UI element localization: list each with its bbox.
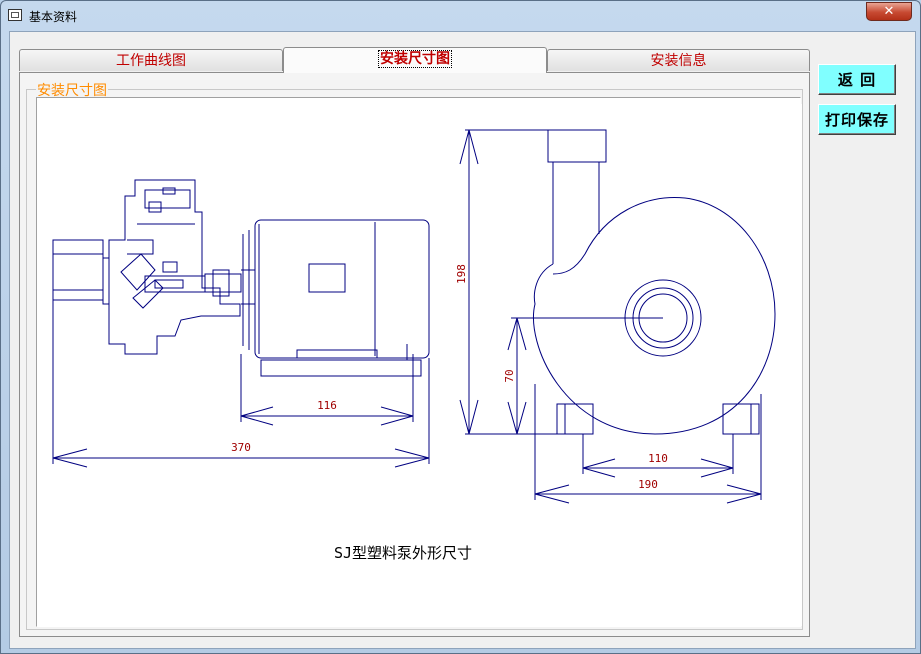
main-window: 基本资料 ✕ 工作曲线图 安装尺寸图 安装信息 安装尺寸图 116 370 19… [0, 0, 921, 654]
tab-install-info[interactable]: 安装信息 [547, 49, 810, 71]
window-title: 基本资料 [29, 10, 78, 24]
tab-label: 工作曲线图 [116, 53, 186, 69]
dim-motor-width: 116 [317, 399, 337, 412]
pump-side-view [52, 179, 430, 377]
drawing-canvas: 116 370 198 70 110 190 SJ型塑料泵外形尺寸 [45, 104, 802, 626]
pump-front-view [533, 129, 776, 435]
dim-shaft-height: 70 [503, 369, 516, 382]
dim-foot-spacing: 110 [648, 452, 668, 465]
back-button[interactable]: 返 回 [818, 64, 896, 95]
tab-work-curve[interactable]: 工作曲线图 [19, 49, 283, 71]
title-bar: 基本资料 ✕ [1, 1, 920, 31]
drawing-frame: 116 370 198 70 110 190 SJ型塑料泵外形尺寸 [36, 97, 802, 627]
drawing-caption: SJ型塑料泵外形尺寸 [334, 544, 472, 562]
pump-dimension-drawing: 116 370 198 70 110 190 SJ型塑料泵外形尺寸 [52, 129, 776, 562]
tab-label: 安装尺寸图 [378, 50, 452, 68]
dim-total-height: 198 [455, 264, 468, 284]
dim-base-width: 190 [638, 478, 658, 491]
tab-label: 安装信息 [650, 53, 707, 69]
close-button[interactable]: ✕ [866, 2, 912, 21]
tab-install-dimensions[interactable]: 安装尺寸图 [283, 47, 547, 73]
tab-panel: 安装尺寸图 116 370 198 70 110 190 SJ型塑料泵外形尺寸 [19, 72, 810, 637]
front-dimension-lines [459, 129, 762, 504]
client-area: 工作曲线图 安装尺寸图 安装信息 安装尺寸图 116 370 198 70 11… [9, 31, 916, 649]
dim-total-length: 370 [231, 441, 251, 454]
window-app-icon [8, 9, 22, 21]
print-save-button[interactable]: 打印保存 [818, 104, 896, 135]
tab-strip: 工作曲线图 安装尺寸图 安装信息 [19, 47, 810, 73]
